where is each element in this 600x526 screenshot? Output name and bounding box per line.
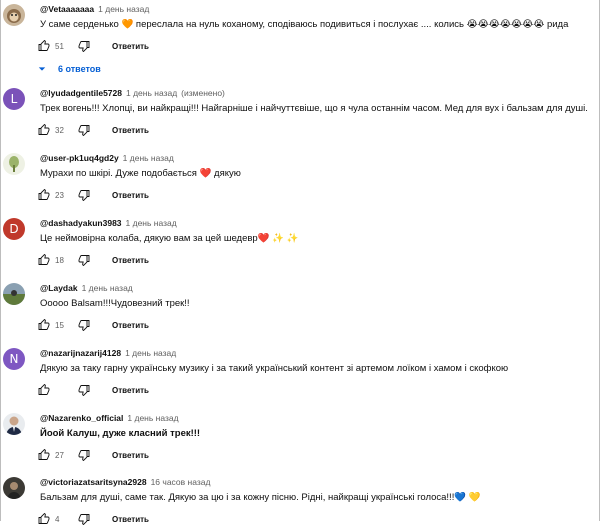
comment-actions: 51 Ответить [37, 39, 149, 53]
comment-actions: 23 Ответить [37, 188, 149, 202]
reply-button[interactable]: Ответить [112, 126, 149, 135]
reply-button[interactable]: Ответить [112, 386, 149, 395]
comment-author[interactable]: @Vetaaaaaaa [40, 4, 94, 14]
comment-time[interactable]: 1 день назад [123, 153, 174, 163]
comment-time[interactable]: 1 день назад [125, 348, 176, 358]
like-count: 23 [55, 190, 64, 200]
comment-author[interactable]: @Laydak [40, 283, 78, 293]
comment-time[interactable]: 16 часов назад [151, 477, 211, 487]
comment-header: @user-pk1uq4gd2y 1 день назад [40, 153, 174, 163]
comment-text: Мурахи по шкірі. Дуже подобається ❤️ дяк… [40, 168, 241, 179]
comment-header: @Laydak 1 день назад [40, 283, 133, 293]
avatar[interactable] [3, 153, 25, 175]
comment-author[interactable]: @lyudadgentile5728 [40, 88, 122, 98]
reply-button[interactable]: Ответить [112, 191, 149, 200]
comment-actions: 32 Ответить [37, 123, 149, 137]
comment-header: @victoriazatsaritsyna2928 16 часов назад [40, 477, 210, 487]
like-icon[interactable] [37, 513, 50, 526]
dislike-icon[interactable] [77, 40, 90, 53]
like-icon[interactable] [37, 319, 50, 332]
comment-time[interactable]: 1 день назад [126, 88, 177, 98]
comment-header: @Vetaaaaaaa 1 день назад [40, 4, 149, 14]
avatar[interactable] [3, 4, 25, 26]
like-icon[interactable] [37, 449, 50, 462]
comment-actions: 15 Ответить [37, 318, 149, 332]
comment-text: У саме серденько 🧡 переслала на нуль кох… [40, 19, 569, 30]
replies-count-label: 6 ответов [58, 64, 101, 74]
reply-button[interactable]: Ответить [112, 256, 149, 265]
avatar[interactable] [3, 283, 25, 305]
dislike-icon[interactable] [77, 384, 90, 397]
comment-text: Бальзам для душі, саме так. Дякую за цю … [40, 492, 481, 503]
dislike-icon[interactable] [77, 513, 90, 526]
comment-text: Ооооо Balsam!!!Чудовезний трек!! [40, 298, 190, 309]
like-count: 51 [55, 41, 64, 51]
comment-actions: 4 Ответить [37, 512, 149, 526]
comment-header: @Nazarenko_official 1 день назад [40, 413, 179, 423]
comment-author[interactable]: @nazarijnazarij4128 [40, 348, 121, 358]
like-icon[interactable] [37, 384, 50, 397]
dislike-icon[interactable] [77, 449, 90, 462]
comment-text: Трек вогень!!! Хлопці, ви найкращі!!! На… [40, 103, 588, 114]
avatar[interactable]: D [3, 218, 25, 240]
avatar[interactable]: L [3, 88, 25, 110]
comment-time[interactable]: 1 день назад [126, 218, 177, 228]
like-icon[interactable] [37, 254, 50, 267]
avatar[interactable] [3, 413, 25, 435]
comment-actions: 18 Ответить [37, 253, 149, 267]
like-icon[interactable] [37, 124, 50, 137]
comment-header: @lyudadgentile5728 1 день назад (изменено) [40, 88, 225, 98]
comment-text: Це неймовірна колаба, дякую вам за цей ш… [40, 233, 299, 244]
dislike-icon[interactable] [77, 319, 90, 332]
comment-time[interactable]: 1 день назад [98, 4, 149, 14]
comment-header: @dashadyakun3983 1 день назад [40, 218, 177, 228]
comment-edited: (изменено) [181, 88, 225, 98]
comment-author[interactable]: @victoriazatsaritsyna2928 [40, 477, 147, 487]
comment-author[interactable]: @dashadyakun3983 [40, 218, 122, 228]
comment-author[interactable]: @user-pk1uq4gd2y [40, 153, 119, 163]
comment-actions: 27 Ответить [37, 448, 149, 462]
reply-button[interactable]: Ответить [112, 321, 149, 330]
comment-text: Йоой Калуш, дуже класний трек!!! [40, 428, 201, 439]
frame-left-edge [0, 0, 1, 521]
dislike-icon[interactable] [77, 254, 90, 267]
show-replies-button[interactable]: 6 ответов [38, 64, 101, 74]
like-icon[interactable] [37, 40, 50, 53]
comment-author[interactable]: @Nazarenko_official [40, 413, 123, 423]
dislike-icon[interactable] [77, 189, 90, 202]
comment-time[interactable]: 1 день назад [127, 413, 178, 423]
like-icon[interactable] [37, 189, 50, 202]
comment-actions: Ответить [37, 383, 149, 397]
dislike-icon[interactable] [77, 124, 90, 137]
reply-button[interactable]: Ответить [112, 451, 149, 460]
avatar[interactable]: N [3, 348, 25, 370]
like-count: 27 [55, 450, 64, 460]
avatar[interactable] [3, 477, 25, 499]
comment-time[interactable]: 1 день назад [82, 283, 133, 293]
comment-header: @nazarijnazarij4128 1 день назад [40, 348, 176, 358]
comment-text: Дякую за таку гарну українську музику і … [40, 363, 509, 374]
like-count: 18 [55, 255, 64, 265]
chevron-down-icon [38, 65, 46, 73]
like-count: 4 [55, 514, 60, 524]
reply-button[interactable]: Ответить [112, 515, 149, 524]
like-count: 15 [55, 320, 64, 330]
reply-button[interactable]: Ответить [112, 42, 149, 51]
like-count: 32 [55, 125, 64, 135]
